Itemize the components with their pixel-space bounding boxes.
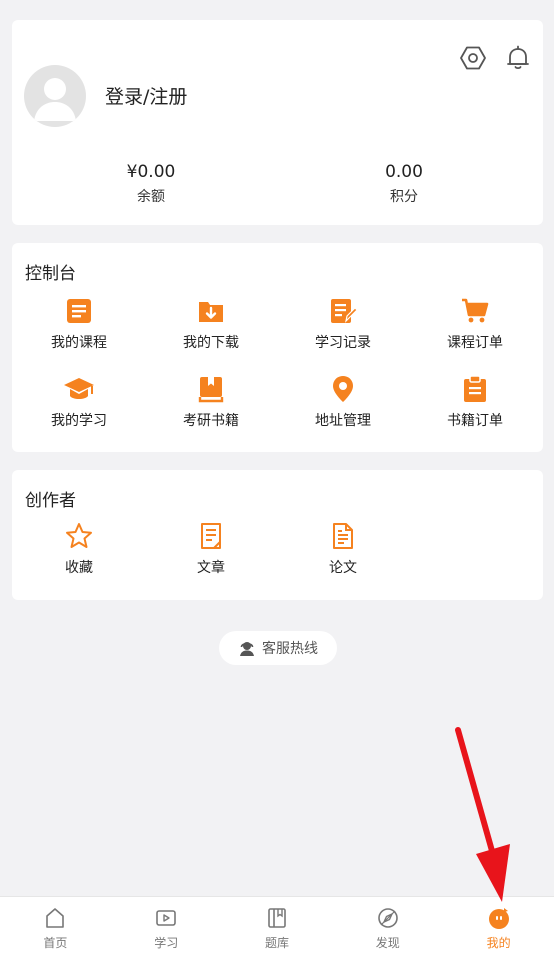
cart-icon [459,295,491,327]
points-label: 积分 [390,189,418,205]
nav-label-home: 首页 [43,936,68,950]
nav-label-study: 学习 [154,936,179,950]
book-icon [195,373,227,405]
balance-label: 余额 [137,189,165,205]
points-value: 0.00 [385,162,423,182]
settings-icon [460,46,486,70]
nav-label-mine: 我的 [486,936,511,950]
article-icon [195,520,227,552]
bottom-nav: 首页 学习 题库 发现 我的 [0,896,554,957]
address-management-item[interactable]: 地址管理 [277,373,409,430]
course-orders-item[interactable]: 课程订单 [409,295,541,352]
clipboard-icon [459,373,491,405]
articles-label: 文章 [197,560,225,576]
course-orders-label: 课程订单 [447,335,503,351]
my-downloads-item[interactable]: 我的下载 [145,295,277,352]
bell-icon [507,45,529,70]
paper-icon [327,520,359,552]
console-title: 控制台 [25,264,76,284]
nav-label-question-bank: 题库 [264,936,289,950]
creator-card: 创作者 收藏 文章 论文 [12,470,543,600]
my-learning-item[interactable]: 我的学习 [13,373,145,430]
my-downloads-label: 我的下载 [183,335,239,351]
course-icon [63,295,95,327]
papers-item[interactable]: 论文 [277,520,409,577]
my-courses-label: 我的课程 [51,335,107,351]
nav-item-study[interactable]: 学习 [111,897,222,957]
articles-item[interactable]: 文章 [145,520,277,577]
profile-icon [487,906,511,930]
headset-icon [240,642,254,656]
book-orders-label: 书籍订单 [447,413,503,429]
balance-stat[interactable]: ¥0.00 余额 [81,160,221,206]
nav-item-home[interactable]: 首页 [0,897,111,957]
console-card: 控制台 我的课程 我的下载 学习记录 课程订单 我的学习 考研书籍 地址管理 书… [12,243,543,452]
book-orders-item[interactable]: 书籍订单 [409,373,541,430]
profile-card: 登录/注册 ¥0.00 余额 0.00 积分 [12,20,543,225]
avatar-placeholder-icon [34,78,76,121]
balance-value: ¥0.00 [126,162,176,182]
login-register-link[interactable]: 登录/注册 [105,82,187,109]
annotation-arrow-icon [455,727,510,902]
notification-button[interactable] [504,44,532,72]
profile-page: 登录/注册 ¥0.00 余额 0.00 积分 控制台 我的课程 我的下载 学习记… [0,0,554,957]
graduation-cap-icon [63,373,95,405]
my-courses-item[interactable]: 我的课程 [13,295,145,352]
video-icon [154,906,178,930]
study-record-item[interactable]: 学习记录 [277,295,409,352]
nav-item-mine[interactable]: 我的 [443,897,554,957]
favorites-label: 收藏 [65,560,93,576]
download-icon [195,295,227,327]
study-record-icon [327,295,359,327]
creator-title: 创作者 [25,491,76,511]
discover-icon [376,906,400,930]
address-management-label: 地址管理 [315,413,371,429]
question-bank-icon [265,906,289,930]
favorites-item[interactable]: 收藏 [13,520,145,577]
settings-button[interactable] [459,44,487,72]
exam-books-item[interactable]: 考研书籍 [145,373,277,430]
nav-label-discover: 发现 [375,936,400,950]
nav-item-question-bank[interactable]: 题库 [222,897,333,957]
exam-books-label: 考研书籍 [183,413,239,429]
papers-label: 论文 [329,560,357,576]
hotline-label: 客服热线 [262,641,318,657]
location-pin-icon [327,373,359,405]
home-icon [43,906,67,930]
star-icon [63,520,95,552]
nav-item-discover[interactable]: 发现 [332,897,443,957]
study-record-label: 学习记录 [315,335,371,351]
customer-service-hotline-button[interactable]: 客服热线 [219,631,337,665]
avatar[interactable] [24,65,86,127]
points-stat[interactable]: 0.00 积分 [334,160,474,206]
my-learning-label: 我的学习 [51,413,107,429]
